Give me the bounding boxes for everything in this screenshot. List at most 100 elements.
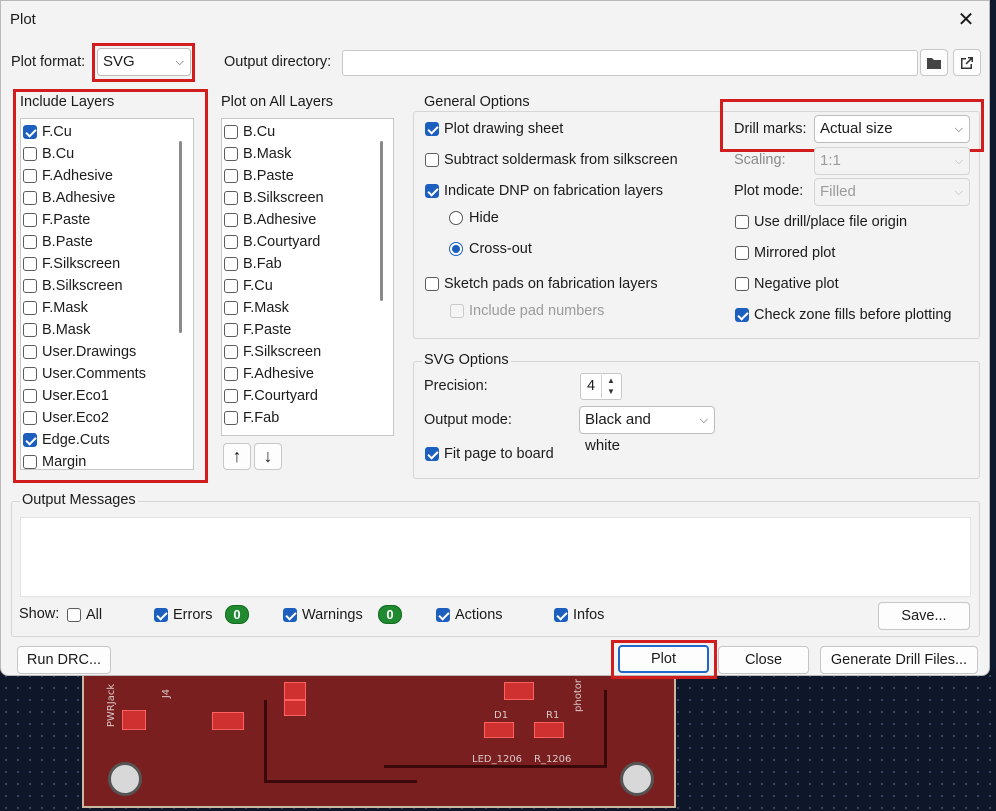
checkbox[interactable]: [23, 147, 37, 161]
checkbox[interactable]: [224, 169, 238, 183]
layer-list-item[interactable]: F.Cu: [23, 121, 72, 143]
layer-list-item[interactable]: F.Silkscreen: [23, 253, 120, 275]
close-button[interactable]: Close: [718, 646, 809, 674]
output-directory-input[interactable]: [342, 50, 918, 76]
checkbox[interactable]: [23, 279, 37, 293]
run-drc-button[interactable]: Run DRC...: [17, 646, 111, 674]
checkbox[interactable]: [224, 389, 238, 403]
include-layers-list[interactable]: F.Cu B.Cu F.Adhesive B.Adhesive F.Paste B.Pas…: [20, 118, 194, 470]
layer-list-item[interactable]: B.Adhesive: [224, 209, 316, 231]
layer-list-item[interactable]: B.Mask: [224, 143, 291, 165]
move-up-icon[interactable]: ↑: [223, 443, 251, 470]
layer-list-item[interactable]: B.Cu: [23, 143, 74, 165]
layer-list-item[interactable]: User.Drawings: [23, 341, 136, 363]
layer-list-item[interactable]: B.Paste: [23, 231, 93, 253]
checkbox[interactable]: [23, 367, 37, 381]
plot-all-layers-list[interactable]: B.Cu B.Mask B.Paste B.Silkscreen B.Adhesive B…: [221, 118, 394, 436]
generate-drill-files-button[interactable]: Generate Drill Files...: [820, 646, 978, 674]
spin-up-icon[interactable]: ▲: [602, 375, 620, 386]
plot-drawing-sheet-checkbox[interactable]: Plot drawing sheet: [425, 118, 563, 140]
layer-list-item[interactable]: B.Adhesive: [23, 187, 115, 209]
layer-list-item[interactable]: Margin: [23, 451, 86, 469]
show-errors-checkbox[interactable]: Errors: [154, 604, 212, 626]
layer-list-item[interactable]: F.Adhesive: [224, 363, 314, 385]
checkbox[interactable]: [23, 191, 37, 205]
checkbox[interactable]: [23, 213, 37, 227]
plot-button[interactable]: Plot: [618, 645, 709, 673]
folder-icon[interactable]: [920, 49, 948, 76]
move-down-icon[interactable]: ↓: [254, 443, 282, 470]
layer-list-item[interactable]: F.Silkscreen: [224, 341, 321, 363]
checkbox[interactable]: [23, 455, 37, 469]
layer-list-item[interactable]: B.Courtyard: [224, 231, 320, 253]
close-icon[interactable]: ✕: [953, 6, 979, 32]
checkbox[interactable]: [23, 301, 37, 315]
layer-list-item[interactable]: B.Fab: [224, 253, 282, 275]
checkbox[interactable]: [224, 125, 238, 139]
show-infos-checkbox[interactable]: Infos: [554, 604, 604, 626]
checkbox[interactable]: [23, 411, 37, 425]
layer-list-item[interactable]: F.Mask: [224, 297, 289, 319]
layer-list-item[interactable]: F.Courtyard: [224, 385, 318, 407]
check-zone-fills-checkbox[interactable]: Check zone fills before plotting: [735, 304, 951, 326]
layer-list-item[interactable]: B.Silkscreen: [23, 275, 123, 297]
indicate-dnp-checkbox[interactable]: Indicate DNP on fabrication layers: [425, 180, 663, 202]
show-actions-checkbox[interactable]: Actions: [436, 604, 503, 626]
checkbox[interactable]: [224, 323, 238, 337]
layer-list-item[interactable]: B.Cu: [224, 121, 275, 143]
checkbox[interactable]: [224, 147, 238, 161]
open-external-icon[interactable]: [953, 49, 981, 76]
save-messages-button[interactable]: Save...: [878, 602, 970, 630]
checkbox[interactable]: [224, 411, 238, 425]
layer-list-item[interactable]: Edge.Cuts: [23, 429, 110, 451]
hide-radio[interactable]: Hide: [449, 207, 499, 229]
layer-list-item[interactable]: B.Silkscreen: [224, 187, 324, 209]
output-messages-area[interactable]: [20, 517, 971, 597]
checkbox[interactable]: [224, 301, 238, 315]
plot-format-select[interactable]: SVG ⌵: [97, 48, 191, 76]
layer-list-item[interactable]: B.Paste: [224, 165, 294, 187]
subtract-soldermask-checkbox[interactable]: Subtract soldermask from silkscreen: [425, 149, 678, 171]
mirrored-plot-checkbox[interactable]: Mirrored plot: [735, 242, 835, 264]
include-pad-numbers-checkbox[interactable]: Include pad numbers: [450, 300, 604, 322]
checkbox[interactable]: [23, 257, 37, 271]
output-mode-select[interactable]: Black and white ⌵: [579, 406, 715, 454]
layer-list-item[interactable]: F.Cu: [224, 275, 273, 297]
checkbox[interactable]: [23, 125, 37, 139]
checkbox[interactable]: [224, 257, 238, 271]
checkbox[interactable]: [224, 191, 238, 205]
layer-list-item[interactable]: F.Adhesive: [23, 165, 113, 187]
layer-list-item[interactable]: F.Paste: [224, 319, 291, 341]
layer-list-item[interactable]: F.Mask: [23, 297, 88, 319]
layer-list-item[interactable]: F.Paste: [23, 209, 90, 231]
drill-marks-select[interactable]: Actual size ⌵: [814, 115, 970, 143]
use-drill-origin-checkbox[interactable]: Use drill/place file origin: [735, 211, 907, 233]
layer-list-item[interactable]: F.Fab: [224, 407, 279, 429]
checkbox[interactable]: [23, 169, 37, 183]
fit-page-checkbox[interactable]: Fit page to board: [425, 443, 554, 465]
checkbox[interactable]: [224, 235, 238, 249]
checkbox[interactable]: [224, 213, 238, 227]
checkbox[interactable]: [23, 323, 37, 337]
scaling-select[interactable]: 1:1 ⌵: [814, 147, 970, 175]
checkbox[interactable]: [224, 279, 238, 293]
plot-mode-select[interactable]: Filled ⌵: [814, 178, 970, 206]
sketch-pads-checkbox[interactable]: Sketch pads on fabrication layers: [425, 273, 658, 295]
include-layers-scrollbar[interactable]: [179, 141, 182, 333]
checkbox[interactable]: [224, 367, 238, 381]
plot-all-layers-scrollbar[interactable]: [380, 141, 383, 301]
spin-down-icon[interactable]: ▼: [602, 386, 620, 397]
cross-out-radio[interactable]: Cross-out: [449, 238, 532, 260]
checkbox[interactable]: [23, 389, 37, 403]
checkbox[interactable]: [224, 345, 238, 359]
negative-plot-checkbox[interactable]: Negative plot: [735, 273, 839, 295]
checkbox[interactable]: [23, 433, 37, 447]
layer-list-item[interactable]: User.Eco2: [23, 407, 109, 429]
show-warnings-checkbox[interactable]: Warnings: [283, 604, 363, 626]
show-all-checkbox[interactable]: All: [67, 604, 102, 626]
layer-list-item[interactable]: User.Comments: [23, 363, 146, 385]
layer-list-item[interactable]: B.Mask: [23, 319, 90, 341]
layer-list-item[interactable]: User.Eco1: [23, 385, 109, 407]
precision-spinner[interactable]: 4 ▲ ▼: [580, 373, 622, 400]
checkbox[interactable]: [23, 345, 37, 359]
